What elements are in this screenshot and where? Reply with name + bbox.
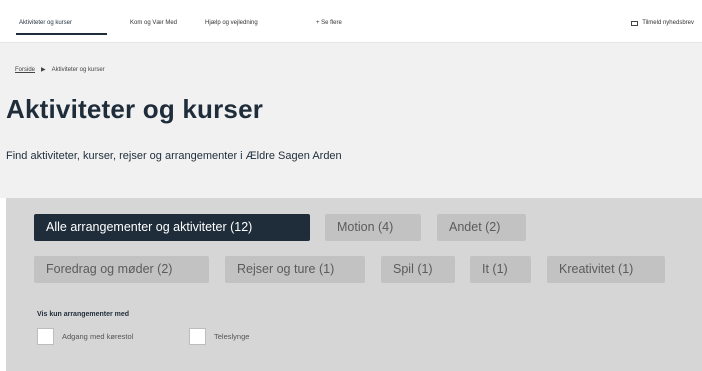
nav-item-hjaelp[interactable]: Hjælp og vejledning [205, 20, 258, 26]
teleslynge-checkbox[interactable] [189, 328, 206, 345]
newsletter-label: Tilmeld nyhedsbrev [642, 20, 694, 26]
mail-icon [631, 20, 639, 26]
filter-chip-spil[interactable]: Spil (1) [381, 256, 455, 283]
filter-chip-foredrag[interactable]: Foredrag og møder (2) [34, 256, 209, 283]
breadcrumb: Forside ▶ Aktiviteter og kurser [15, 66, 105, 74]
page-subtitle: Find aktiviteter, kurser, rejser og arra… [6, 150, 342, 162]
teleslynge-label: Teleslynge [214, 332, 250, 341]
wheelchair-checkbox[interactable] [37, 328, 54, 345]
newsletter-link[interactable]: Tilmeld nyhedsbrev [631, 20, 694, 26]
active-nav-underline [16, 33, 107, 35]
checkbox-wheelchair[interactable]: Adgang med kørestol [37, 328, 133, 345]
nav-item-kom-og-vaer-med[interactable]: Kom og Vær Med [130, 20, 177, 26]
nav-item-se-flere[interactable]: + Se flere [316, 20, 342, 26]
page-title: Aktiviteter og kurser [6, 94, 264, 124]
nav-item-aktiviteter[interactable]: Aktiviteter og kurser [19, 20, 72, 26]
filter-chip-andet[interactable]: Andet (2) [437, 214, 526, 241]
top-navigation: Aktiviteter og kurser Kom og Vær Med Hjæ… [0, 0, 702, 43]
wheelchair-label: Adgang med kørestol [62, 332, 134, 341]
filter-chip-all[interactable]: Alle arrangementer og aktiviteter (12) [34, 214, 310, 241]
breadcrumb-home[interactable]: Forside [15, 67, 35, 73]
filter-chip-it[interactable]: It (1) [470, 256, 531, 283]
show-only-label: Vis kun arrangementer med [37, 311, 130, 318]
filter-chip-kreativitet[interactable]: Kreativitet (1) [547, 256, 665, 283]
filter-chip-motion[interactable]: Motion (4) [325, 214, 421, 241]
breadcrumb-current: Aktiviteter og kurser [51, 66, 105, 73]
breadcrumb-separator-icon: ▶ [41, 67, 46, 73]
checkbox-teleslynge[interactable]: Teleslynge [189, 328, 249, 345]
filter-chip-rejser[interactable]: Rejser og ture (1) [225, 256, 365, 283]
